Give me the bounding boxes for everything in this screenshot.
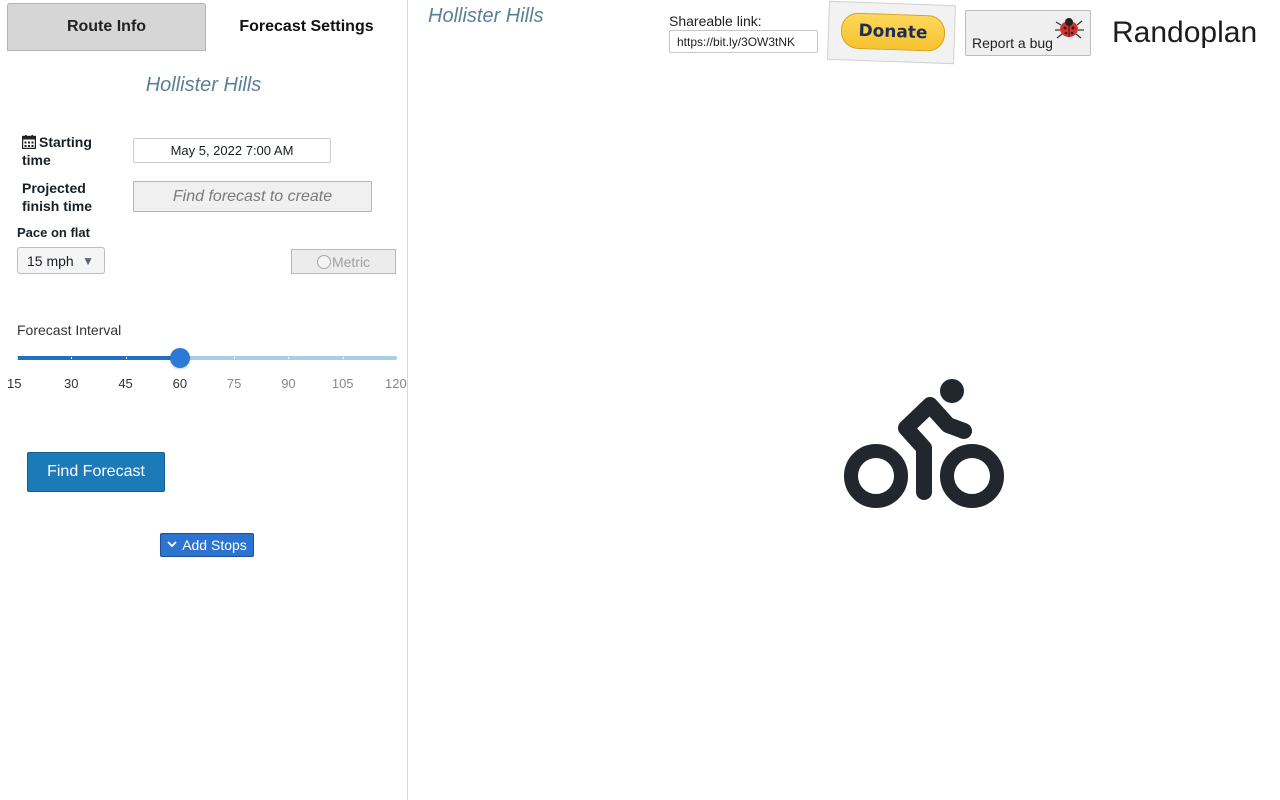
slider-tick: [342, 357, 344, 359]
metric-label: Metric: [331, 253, 371, 270]
pace-value: 15 mph: [27, 252, 74, 269]
route-title: Hollister Hills: [145, 74, 262, 96]
calendar-icon: [22, 135, 36, 149]
donate-button[interactable]: Donate: [827, 0, 956, 65]
find-forecast-button[interactable]: Find Forecast: [27, 452, 165, 492]
finish-time-label: Projected finish time: [22, 180, 93, 214]
forecast-interval-label: Forecast Interval: [17, 322, 122, 338]
slider-tick: [397, 357, 398, 359]
slider-mark-label: 105: [331, 376, 354, 391]
slider-mark-label: 45: [118, 376, 133, 391]
slider-tick: [125, 357, 127, 359]
report-bug-button[interactable]: Report a bug: [965, 10, 1091, 56]
slider-tick: [71, 357, 73, 359]
slider-mark-label: 75: [226, 376, 242, 391]
app-brand: Randoplan: [1112, 16, 1258, 49]
radio-circle-icon: [316, 254, 331, 269]
slider-tick: [17, 357, 18, 359]
bug-icon: [1055, 18, 1084, 39]
slider-mark-label: 120: [385, 376, 407, 391]
report-bug-label: Report a bug: [972, 35, 1053, 51]
metric-toggle[interactable]: Metric: [291, 249, 396, 274]
chevron-down-icon: [167, 540, 177, 551]
share-link-input[interactable]: https://bit.ly/3OW3tNK: [669, 30, 818, 53]
cyclist-icon: [844, 379, 1004, 508]
slider-mark-label: 90: [281, 376, 296, 391]
slider-marks: 15 30 45 60 75 90 105 120: [7, 376, 407, 394]
donate-pill: Donate: [840, 12, 946, 52]
add-stops-label: Add Stops: [182, 537, 247, 553]
tab-route-info[interactable]: Route Info: [7, 3, 206, 51]
slider-mark-label: 30: [64, 376, 79, 391]
starting-time-label: Starting time: [22, 133, 122, 169]
starting-time-input[interactable]: May 5, 2022 7:00 AM: [133, 138, 331, 163]
caret-down-icon: ▼: [82, 254, 94, 268]
tab-bar: Route Info Forecast Settings: [7, 3, 407, 53]
slider-mark-label: 60: [172, 376, 188, 391]
settings-panel: Route Info Forecast Settings Hollister H…: [0, 0, 408, 800]
finish-time-field: Find forecast to create: [133, 181, 372, 212]
slider-tick: [234, 357, 236, 359]
map-route-title: Hollister Hills: [428, 5, 544, 27]
pace-select[interactable]: 15 mph ▼: [17, 247, 105, 274]
slider-tick: [288, 357, 290, 359]
slider-mark-label: 15: [7, 376, 22, 391]
slider-thumb[interactable]: [169, 348, 190, 368]
add-stops-button[interactable]: Add Stops: [160, 533, 254, 557]
slider-fill: [17, 356, 180, 360]
share-label: Shareable link:: [669, 13, 762, 29]
tab-forecast-settings[interactable]: Forecast Settings: [207, 3, 406, 51]
pace-label: Pace on flat: [17, 225, 90, 240]
forecast-interval-slider[interactable]: [17, 356, 398, 360]
